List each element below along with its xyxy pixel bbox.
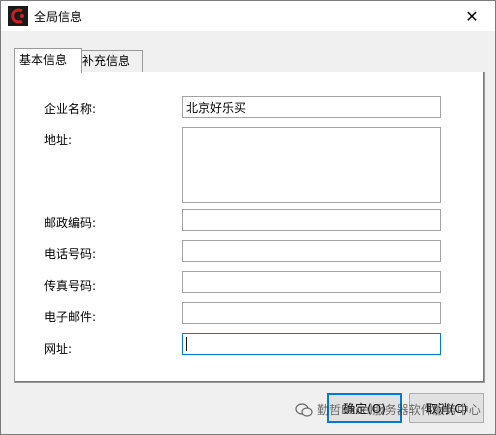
watermark-text: 勤哲Excel服务器软件服务中心	[317, 403, 481, 417]
tab-basic-info[interactable]: 基本信息	[14, 48, 82, 73]
window-title: 全局信息	[34, 10, 83, 24]
title-bar[interactable]: 全局信息 ✕	[1, 1, 495, 31]
address-field[interactable]	[182, 127, 441, 203]
email-field[interactable]	[182, 302, 441, 324]
close-button[interactable]: ✕	[449, 1, 495, 31]
wechat-icon	[295, 402, 313, 417]
watermark: 勤哲Excel服务器软件服务中心	[295, 401, 481, 418]
close-icon: ✕	[465, 6, 479, 26]
text-caret	[186, 336, 187, 351]
postal-code-label: 邮政编码:	[44, 216, 97, 230]
company-name-field[interactable]: 北京好乐买	[182, 96, 441, 118]
fax-field[interactable]	[182, 271, 441, 293]
address-label: 地址:	[44, 133, 73, 147]
company-name-label: 企业名称:	[44, 102, 97, 116]
app-logo-icon	[8, 6, 28, 26]
phone-field[interactable]	[182, 240, 441, 262]
fax-label: 传真号码:	[44, 279, 97, 293]
global-info-dialog: 全局信息 ✕ 基本信息 补充信息 企业名称: 北京好乐买 地址: 邮政编码: 电…	[0, 0, 496, 435]
website-label: 网址:	[44, 342, 73, 356]
postal-code-field[interactable]	[182, 209, 441, 231]
website-field[interactable]	[182, 333, 441, 355]
phone-label: 电话号码:	[44, 247, 97, 261]
email-label: 电子邮件:	[44, 310, 97, 324]
tab-additional-info[interactable]: 补充信息	[77, 50, 143, 72]
